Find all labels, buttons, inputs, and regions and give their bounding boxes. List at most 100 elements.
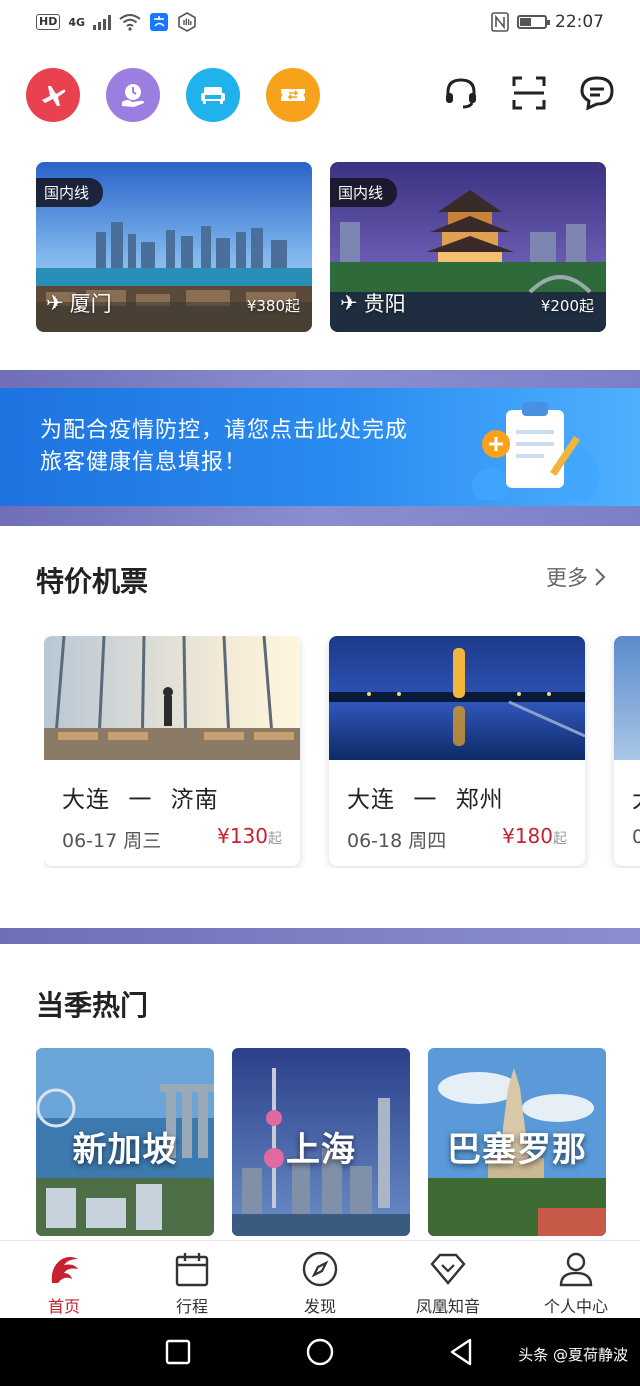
deal-route-dash: 一: [413, 787, 438, 813]
hot-card-label: 上海: [286, 1130, 356, 1170]
specials-title: 特价机票: [36, 565, 149, 598]
more-label: 更多: [546, 566, 588, 590]
signal-icon: [93, 14, 112, 30]
plane-icon: [42, 86, 66, 106]
banner-line-1: 为配合疫情防控，请您点击此处完成: [40, 418, 409, 443]
user-icon: [559, 1252, 593, 1287]
deal-route: 大连 一 郑州: [347, 780, 504, 814]
chat-bubble-icon: [580, 76, 614, 111]
clipboard-illustration-icon: [472, 402, 600, 500]
tab-discover[interactable]: 发现: [256, 1241, 384, 1318]
scan-icon: [512, 76, 546, 110]
route-price: ¥200起: [540, 297, 594, 315]
tab-label: 个人中心: [543, 1297, 608, 1316]
specials-more-link[interactable]: 更多: [546, 562, 606, 592]
messages-button[interactable]: [578, 74, 616, 116]
tab-label: 首页: [47, 1297, 80, 1316]
tab-label: 行程: [175, 1297, 208, 1316]
deal-origin: 大: [632, 780, 640, 814]
deal-card-partial[interactable]: 大 0: [614, 636, 640, 866]
route-cards: 国内线 ✈ 厦门 ¥380起 国内线 ✈ 贵阳 ¥200起: [36, 162, 606, 332]
compass-icon: [302, 1251, 338, 1287]
headset-icon: [446, 78, 476, 109]
alipay-icon: [150, 13, 169, 31]
hot-card-label: 巴塞罗那: [447, 1130, 587, 1170]
tab-home[interactable]: 首页: [0, 1241, 128, 1318]
quick-actions: [26, 68, 616, 122]
banner-text: 为配合疫情防控，请您点击此处完成 旅客健康信息填报！: [0, 415, 420, 479]
deal-price-value: ¥180: [502, 824, 553, 848]
watermark: 头条 @夏荷静波: [518, 1346, 628, 1364]
health-info-banner[interactable]: 为配合疫情防控，请您点击此处完成 旅客健康信息填报！: [0, 388, 640, 506]
tab-label: 凤凰知音: [415, 1297, 480, 1316]
checkin-button[interactable]: [106, 68, 160, 122]
diamond-icon: [430, 1253, 466, 1285]
hot-card-barcelona[interactable]: 巴塞罗那: [428, 1048, 606, 1236]
deal-date: 06-17 周三: [62, 830, 162, 852]
scan-button[interactable]: [510, 74, 548, 116]
back-triangle-icon[interactable]: [446, 1336, 478, 1368]
customer-service-button[interactable]: [442, 74, 480, 116]
status-time: 22:07: [555, 12, 604, 32]
bottom-tab-bar: 首页 行程 发现 凤凰知音 个人中心: [0, 1240, 640, 1318]
deal-route: 大连 一 济南: [62, 780, 219, 814]
hd-indicator: HD: [36, 14, 61, 30]
plane-small-icon: ✈: [46, 291, 64, 315]
tab-itinerary[interactable]: 行程: [128, 1241, 256, 1318]
tab-phoenix-miles[interactable]: 凤凰知音: [384, 1241, 512, 1318]
route-city-name: 厦门: [69, 292, 112, 316]
tab-profile[interactable]: 个人中心: [512, 1241, 640, 1318]
hot-card-singapore[interactable]: 新加坡: [36, 1048, 214, 1236]
status-right: 22:07: [491, 12, 604, 32]
deal-price-suffix: 起: [553, 831, 567, 847]
deal-card-jinan[interactable]: 大连 一 济南 06-17 周三 ¥130起: [44, 636, 300, 866]
route-card-guiyang[interactable]: 国内线 ✈ 贵阳 ¥200起: [330, 162, 606, 332]
plane-small-icon: ✈: [340, 291, 358, 315]
route-city: ✈ 贵阳: [340, 288, 406, 318]
deal-date: 0: [632, 826, 640, 848]
battery-icon: [517, 15, 550, 29]
route-tag: 国内线: [330, 178, 398, 207]
recents-square-icon[interactable]: [162, 1336, 194, 1368]
status-bar: HD 4G 22:07: [0, 0, 640, 44]
deal-origin: 大连: [62, 787, 110, 813]
hot-title: 当季热门: [36, 989, 149, 1022]
zhengzhou-night-photo: [329, 636, 585, 760]
flight-booking-button[interactable]: [26, 68, 80, 122]
home-circle-icon[interactable]: [304, 1336, 336, 1368]
calendar-icon: [175, 1253, 209, 1287]
hot-card-label: 新加坡: [72, 1130, 178, 1170]
deal-card-zhengzhou[interactable]: 大连 一 郑州 06-18 周四 ¥180起: [329, 636, 585, 866]
ticket-icon: [281, 89, 305, 101]
phoenix-logo-icon: [51, 1257, 78, 1283]
lounge-button[interactable]: [186, 68, 240, 122]
top-right-actions: [442, 74, 616, 116]
section-divider: [0, 928, 640, 944]
hot-card-shanghai[interactable]: 上海: [232, 1048, 410, 1236]
deal-destination: 郑州: [455, 787, 504, 813]
specials-carousel[interactable]: 大连 一 济南 06-17 周三 ¥130起 大连 一 郑州 06-18 周四 …: [44, 636, 640, 868]
banner-line-2: 旅客健康信息填报！: [40, 450, 248, 475]
nfc-icon: [491, 12, 509, 32]
ticket-button[interactable]: [266, 68, 320, 122]
clock-hand-icon: [122, 84, 144, 107]
route-tag: 国内线: [36, 178, 104, 207]
hot-destinations: 新加坡 上海 巴塞罗那: [36, 1048, 606, 1236]
route-price: ¥380起: [246, 297, 300, 315]
route-card-xiamen[interactable]: 国内线 ✈ 厦门 ¥380起: [36, 162, 312, 332]
route-city: ✈ 厦门: [46, 288, 112, 318]
deal-origin: 大连: [347, 787, 395, 813]
partial-card-photo: [614, 636, 640, 760]
network-type: 4G: [68, 15, 86, 29]
sofa-icon: [201, 87, 225, 104]
deal-price: ¥180起: [502, 824, 567, 848]
tab-label: 发现: [303, 1297, 336, 1316]
deal-price: ¥130起: [217, 824, 282, 848]
airport-photo: [44, 636, 300, 760]
hand-icon: [178, 12, 196, 32]
deal-price-value: ¥130: [217, 824, 268, 848]
status-left: HD 4G: [36, 12, 197, 32]
deal-price-suffix: 起: [268, 831, 282, 847]
deal-route-dash: 一: [128, 787, 153, 813]
chevron-right-icon: [595, 568, 606, 586]
